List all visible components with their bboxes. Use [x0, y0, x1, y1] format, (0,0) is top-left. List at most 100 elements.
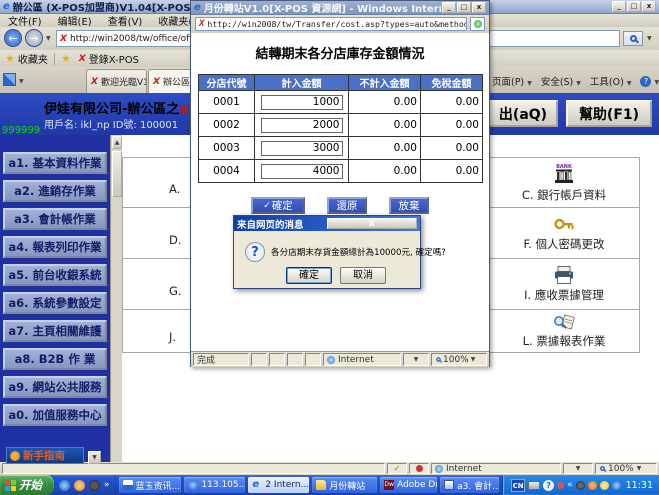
command-page[interactable]: 页面(P) ▼ [492, 74, 532, 88]
popup-address-field[interactable]: X http://win2008/tw/Transfer/cost.asp?ty… [195, 17, 467, 31]
task-113[interactable]: 113.105.... [184, 477, 245, 493]
language-indicator[interactable]: CN [511, 479, 525, 492]
cell-bank-label: C. 銀行帳戶資料 [522, 187, 606, 203]
confirm-check-icon: ✓ [263, 201, 271, 211]
logout-button[interactable]: 出(aQ) [488, 100, 558, 127]
task-buttons: 蓝玉资讯... 113.105.... e 2 Intern... ▼ 月份轉站… [116, 475, 503, 495]
restore-button[interactable]: □ [627, 1, 641, 12]
reset-button[interactable]: 還原 [327, 197, 367, 214]
sidebar-item-a6[interactable]: a6. 系統參數設定 [3, 292, 107, 314]
taxfree-cell: 0.00 [421, 114, 483, 137]
qq-tray-icon[interactable] [576, 481, 585, 490]
quick-tabs-icon[interactable] [3, 73, 16, 86]
command-safety[interactable]: 安全(S) ▼ [541, 74, 581, 88]
orange-tray-icon[interactable] [588, 481, 597, 490]
popup-status-zone: Internet [323, 353, 401, 366]
yellow-tray-icon[interactable] [600, 481, 609, 490]
status-protected-mode[interactable]: ▼ [563, 463, 593, 474]
task-a3-accounting[interactable]: a3. 會計... [440, 477, 499, 493]
popup-status-zoom[interactable]: 100%▼ [431, 353, 487, 366]
sidebar-item-a2[interactable]: a2. 進銷存作業 [3, 180, 107, 202]
favorite-login-link[interactable]: 登錄X-POS [89, 51, 139, 66]
quick-launch-qq-icon[interactable] [89, 480, 100, 491]
sidebar-item-a0[interactable]: a0. 加值服務中心 [3, 404, 107, 426]
sidebar-item-a7[interactable]: a7. 主頁相關維護 [3, 320, 107, 342]
printer-tray-icon[interactable] [528, 481, 540, 490]
help-f1-button[interactable]: 幫助(F1) [566, 100, 652, 127]
alert-close-icon[interactable]: x [327, 218, 418, 229]
search-dropdown-icon[interactable]: ▼ [647, 35, 652, 42]
store-code-cell: 0001 [199, 91, 255, 114]
search-button[interactable] [623, 31, 643, 46]
command-tools[interactable]: 工具(O) ▼ [590, 74, 632, 88]
sidebar-item-a8[interactable]: a8. B2B 作 業 [3, 348, 107, 370]
scroll-thumb[interactable] [112, 151, 122, 197]
col-taxfree: 免稅金額 [421, 75, 483, 91]
quick-launch-fetion-icon[interactable] [74, 480, 85, 491]
sidebar-scroll-down-icon[interactable]: ▼ [88, 451, 101, 464]
sidebar-item-a1[interactable]: a1. 基本資料作業 [3, 152, 107, 174]
tab-list-dropdown-icon[interactable]: ▼ [19, 78, 24, 85]
content-scrollbar[interactable]: ▲ [110, 135, 122, 462]
amount-input-0002[interactable] [261, 118, 343, 133]
task-internet-group[interactable]: e 2 Intern... ▼ [248, 477, 309, 493]
newbie-guide-button[interactable]: 新手指南 [6, 447, 84, 464]
refresh-button[interactable] [470, 17, 485, 31]
close-button[interactable]: x [642, 1, 656, 12]
col-store-code: 分店代號 [199, 75, 255, 91]
sidebar-item-a5[interactable]: a5. 前台收銀系統 [3, 264, 107, 286]
alert-cancel-button[interactable]: 取消 [340, 267, 386, 284]
blue-tray-icon[interactable] [612, 481, 621, 490]
command-help[interactable]: ? ▼ [640, 76, 659, 87]
alert-ok-button[interactable]: 確定 [286, 267, 332, 284]
zoom-icon [436, 357, 441, 362]
add-favorite-icon[interactable]: ★ [61, 52, 71, 65]
amount-input-0003[interactable] [261, 141, 343, 156]
cell-bank-accounts[interactable]: BANK C. 銀行帳戶資料 [488, 157, 640, 208]
task-adobe[interactable]: Dw Adobe Dr... [380, 477, 437, 493]
popup-restore-button[interactable]: □ [457, 2, 471, 13]
popup-heading: 結轉期末各分店庫存金額情況 [191, 43, 489, 62]
help-icon: ? [640, 76, 651, 87]
amount-input-0001[interactable] [261, 95, 343, 110]
quick-launch-ie-icon[interactable] [59, 480, 70, 491]
minimize-button[interactable]: _ [612, 1, 626, 12]
quick-launch-more-icon[interactable]: » [104, 480, 110, 490]
store-code: 999999 [2, 125, 40, 136]
popup-status-bar: 完成 Internet ▼ 100%▼ [191, 351, 489, 367]
cell-J-label: J. [169, 330, 176, 344]
popup-close-button[interactable]: x [472, 2, 486, 13]
cell-receivable-notes[interactable]: I. 應收票據管理 [488, 258, 640, 310]
cell-notes-report[interactable]: L. 票據報表作業 [488, 309, 640, 353]
tab-welcome[interactable]: X 歡迎光臨V1.27[X-POS資... [86, 69, 147, 93]
task-month-transfer[interactable]: 月份轉站 [312, 477, 377, 493]
popup-protected-mode[interactable]: ▼ [403, 353, 429, 366]
tray-collapse-icon[interactable]: « [567, 480, 573, 490]
discard-button[interactable]: 放棄 [389, 197, 429, 214]
windows-flag-icon [5, 480, 16, 491]
scroll-up-icon[interactable]: ▲ [112, 136, 122, 149]
status-zoom[interactable]: 100%▼ [595, 463, 657, 474]
clock[interactable]: 11:31 [626, 480, 653, 491]
nav-dropdown-icon[interactable]: ▼ [46, 35, 51, 42]
key-icon [553, 214, 575, 234]
start-button[interactable]: 开始 [0, 475, 54, 495]
task-lanyu[interactable]: 蓝玉资讯... [119, 477, 182, 493]
store-code-cell: 0002 [199, 114, 255, 137]
cell-password-change[interactable]: F. 個人密碼更改 [488, 207, 640, 259]
sidebar-item-a9[interactable]: a9. 網站公共服務 [3, 376, 107, 398]
search-input[interactable] [472, 30, 620, 47]
confirm-button[interactable]: ✓確定 [251, 197, 305, 214]
sidebar-item-a3[interactable]: a3. 會計帳作業 [3, 208, 107, 230]
help-tray-icon[interactable]: ? [543, 480, 554, 491]
tray-misc-icon[interactable] [557, 482, 564, 489]
amount-input-0004[interactable] [261, 164, 343, 179]
popup-minimize-button[interactable]: _ [442, 2, 456, 13]
ie-icon: e [3, 1, 10, 12]
start-label: 开始 [19, 477, 42, 493]
back-button[interactable]: ← [4, 29, 22, 47]
forward-button[interactable]: → [25, 29, 43, 47]
favorites-button[interactable]: 收藏夹 [18, 51, 48, 66]
sidebar-item-a4[interactable]: a4. 報表列印作業 [3, 236, 107, 258]
table-header-row: 分店代號 計入金額 不計入金額 免稅金額 [199, 75, 483, 91]
